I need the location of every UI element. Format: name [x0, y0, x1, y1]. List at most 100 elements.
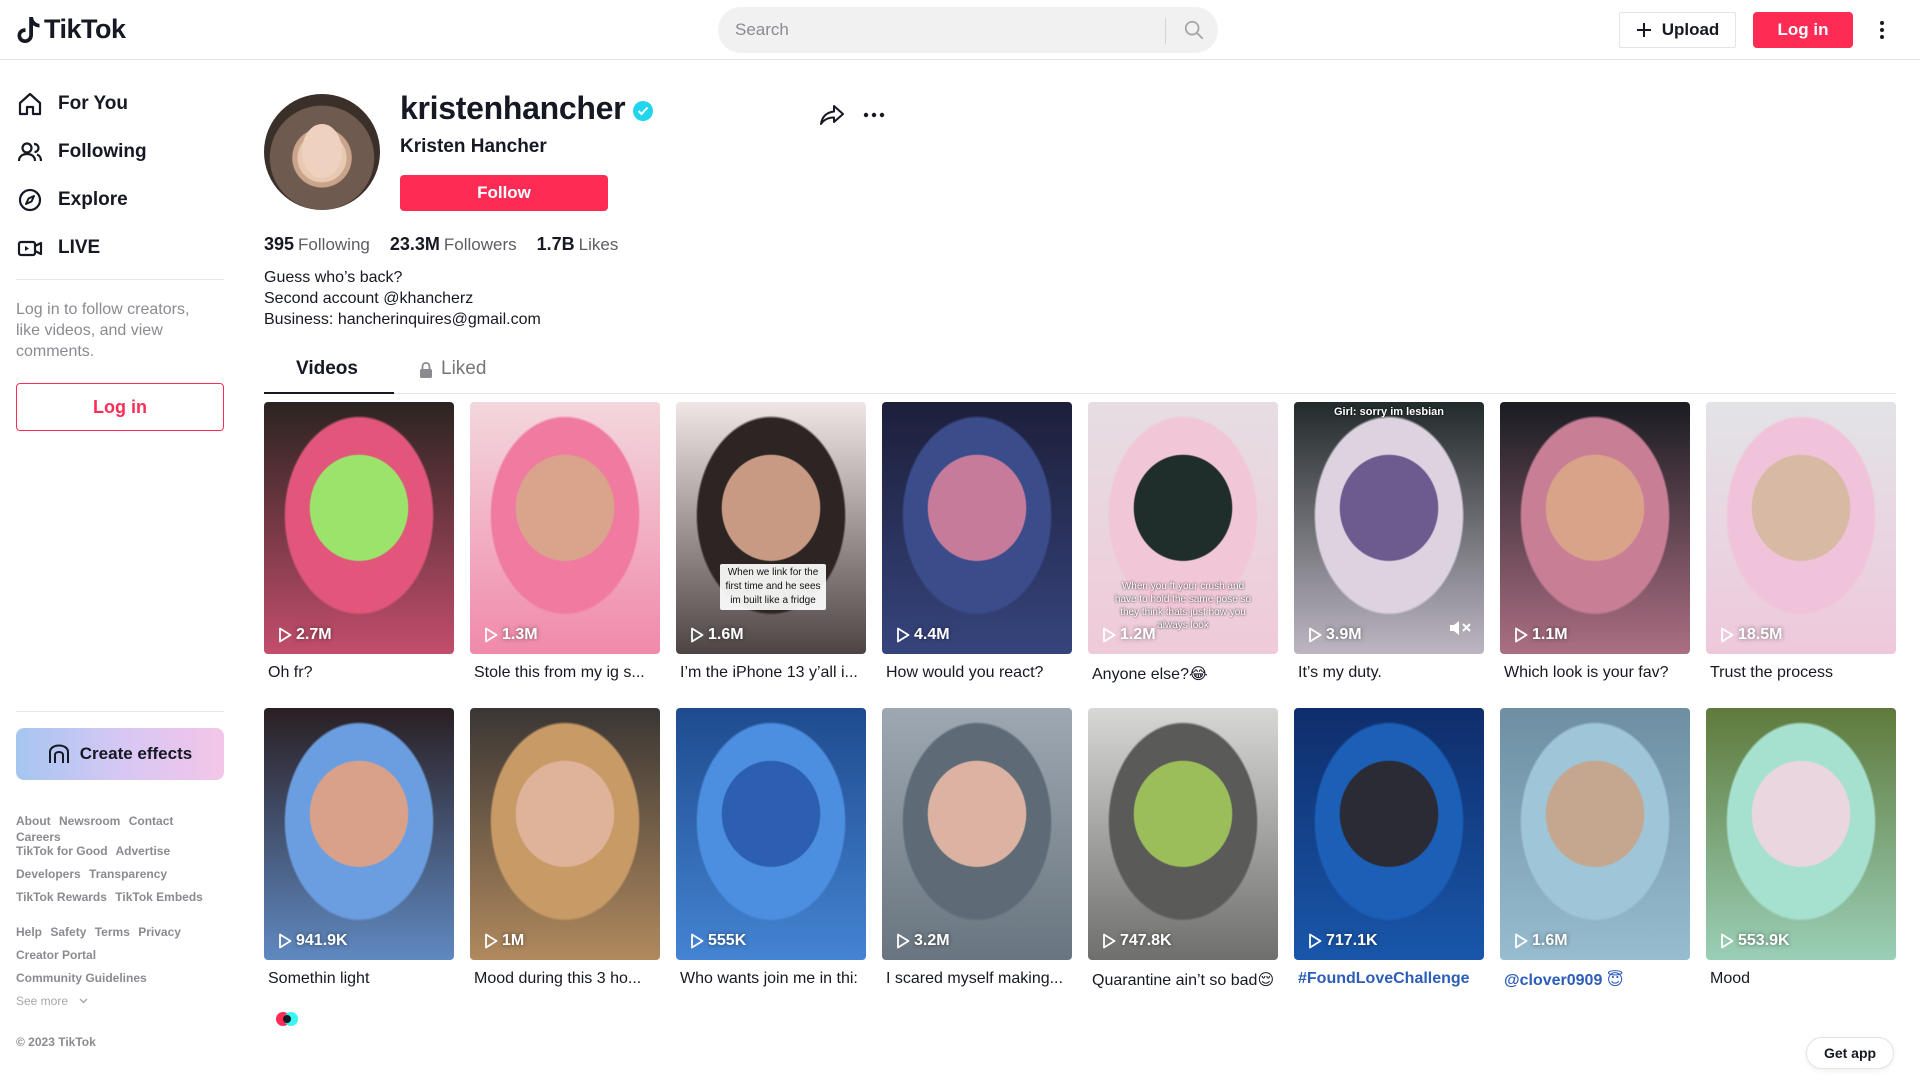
upload-button[interactable]: Upload: [1619, 12, 1736, 48]
video-caption[interactable]: I scared myself making...: [886, 970, 1072, 988]
sidebar-item-label: For You: [58, 93, 129, 114]
video-thumbnail[interactable]: 2.7M: [264, 402, 454, 654]
footer-row: TikTok for Good Advertise: [16, 843, 231, 859]
header-login-button[interactable]: Log in: [1753, 12, 1853, 48]
video-caption[interactable]: Mood during this 3 ho...: [474, 970, 660, 988]
sidebar-item-explore[interactable]: Explore: [16, 180, 128, 220]
live-icon: [16, 234, 44, 262]
sidebar-item-label: Following: [58, 141, 147, 162]
stat-followers[interactable]: 23.3M Followers: [390, 234, 517, 255]
muted-speaker-icon[interactable]: [1448, 619, 1472, 642]
search-button[interactable]: [1171, 8, 1217, 52]
video-caption[interactable]: Trust the process: [1710, 664, 1896, 682]
stat-following[interactable]: 395 Following: [264, 234, 370, 255]
video-thumbnail[interactable]: Girl: sorry im lesbian 3.9M: [1294, 402, 1484, 654]
footer-link-help[interactable]: Help: [16, 925, 42, 939]
followers-label: Followers: [443, 235, 517, 254]
sidebar-item-live[interactable]: LIVE: [16, 228, 100, 268]
more-menu-icon[interactable]: [1870, 16, 1894, 44]
tab-videos[interactable]: Videos: [296, 358, 358, 394]
video-thumbnail[interactable]: 1M: [470, 708, 660, 960]
sidebar-item-label: LIVE: [58, 237, 101, 258]
video-overlay-text: When we link for the first time and he s…: [720, 564, 826, 610]
video-caption[interactable]: It’s my duty.: [1298, 664, 1484, 682]
footer-link-tiktok-embeds[interactable]: TikTok Embeds: [115, 890, 203, 904]
create-effects-button[interactable]: Create effects: [16, 728, 224, 780]
video-thumbnail[interactable]: 18.5M: [1706, 402, 1896, 654]
footer-link-about[interactable]: About: [16, 814, 51, 828]
sidebar-item-label: Explore: [58, 189, 128, 210]
see-more-toggle[interactable]: See more: [16, 993, 231, 1009]
video-thumbnail[interactable]: 717.1K: [1294, 708, 1484, 960]
video-caption[interactable]: Stole this from my ig s...: [474, 664, 660, 682]
video-caption[interactable]: #FoundLoveChallenge: [1298, 970, 1484, 988]
video-caption[interactable]: How would you react?: [886, 664, 1072, 682]
footer-link-careers[interactable]: Careers: [16, 830, 61, 844]
likes-count: 1.7B: [536, 234, 575, 254]
sidebar-item-for-you[interactable]: For You: [16, 84, 128, 124]
video-view-count: 1.6M: [690, 626, 744, 644]
video-view-count: 553.9K: [1720, 932, 1790, 950]
search-input[interactable]: [735, 8, 1165, 52]
view-count-text: 747.8K: [1120, 932, 1172, 949]
video-caption[interactable]: @clover0909 😇: [1504, 970, 1690, 990]
footer-link-creator-portal[interactable]: Creator Portal: [16, 948, 96, 962]
footer-link-contact[interactable]: Contact: [129, 814, 174, 828]
video-thumbnail[interactable]: 555K: [676, 708, 866, 960]
video-caption[interactable]: Anyone else?😂: [1092, 664, 1278, 684]
video-view-count: 555K: [690, 932, 746, 950]
play-icon: [1721, 933, 1734, 949]
sidebar-login-button[interactable]: Log in: [16, 383, 224, 431]
video-view-count: 747.8K: [1102, 932, 1172, 950]
footer-link-transparency[interactable]: Transparency: [89, 867, 167, 881]
footer-link-newsroom[interactable]: Newsroom: [59, 814, 120, 828]
view-count-text: 18.5M: [1738, 626, 1783, 643]
stat-likes: 1.7B Likes: [537, 234, 619, 255]
tab-liked[interactable]: Liked: [419, 358, 486, 394]
logo-text: TikTok: [44, 14, 126, 44]
profile-more-icon[interactable]: [860, 101, 888, 129]
bio-line: Guess who’s back?: [264, 269, 403, 286]
video-view-count: 18.5M: [1720, 626, 1782, 644]
footer-link-terms[interactable]: Terms: [95, 925, 130, 939]
video-caption[interactable]: Quarantine ain’t so bad😌: [1092, 970, 1278, 990]
video-caption[interactable]: Who wants join me in thi:: [680, 970, 866, 988]
video-caption[interactable]: Which look is your fav?: [1504, 664, 1690, 682]
footer-link-advertise[interactable]: Advertise: [115, 844, 170, 858]
play-icon: [1103, 627, 1116, 643]
footer-row: Creator Portal: [16, 947, 231, 963]
footer-row: Help Safety Terms Privacy: [16, 924, 231, 940]
share-icon[interactable]: [818, 101, 846, 129]
video-thumbnail[interactable]: 1.1M: [1500, 402, 1690, 654]
video-view-count: 2.7M: [278, 626, 332, 644]
video-thumbnail[interactable]: When you ft your crush and have to hold …: [1088, 402, 1278, 654]
video-thumbnail[interactable]: 1.6M: [1500, 708, 1690, 960]
video-caption[interactable]: Somethin light: [268, 970, 454, 988]
play-icon: [1309, 627, 1322, 643]
verified-badge-icon: [633, 100, 654, 121]
video-view-count: 1.1M: [1514, 626, 1568, 644]
video-thumbnail[interactable]: 1.3M: [470, 402, 660, 654]
footer-link-safety[interactable]: Safety: [50, 925, 86, 939]
sidebar-item-following[interactable]: Following: [16, 132, 147, 172]
tiktok-logo[interactable]: TikTok: [16, 14, 126, 45]
video-thumbnail[interactable]: 941.9K: [264, 708, 454, 960]
video-thumbnail[interactable]: 553.9K: [1706, 708, 1896, 960]
video-thumbnail[interactable]: When we link for the first time and he s…: [676, 402, 866, 654]
video-caption[interactable]: Mood: [1710, 970, 1896, 988]
footer-link-community-guidelines[interactable]: Community Guidelines: [16, 971, 147, 985]
video-view-count: 941.9K: [278, 932, 348, 950]
footer-link-tiktok-for-good[interactable]: TikTok for Good: [16, 844, 108, 858]
video-caption[interactable]: I’m the iPhone 13 y’all i...: [680, 664, 866, 682]
footer-link-tiktok-rewards[interactable]: TikTok Rewards: [16, 890, 107, 904]
video-thumbnail[interactable]: 4.4M: [882, 402, 1072, 654]
username-text: kristenhancher: [400, 90, 626, 126]
footer-link-privacy[interactable]: Privacy: [138, 925, 181, 939]
video-thumbnail[interactable]: 3.2M: [882, 708, 1072, 960]
video-caption[interactable]: Oh fr?: [268, 664, 454, 682]
follow-button[interactable]: Follow: [400, 175, 608, 211]
get-app-button[interactable]: Get app: [1806, 1037, 1894, 1069]
video-thumbnail[interactable]: 747.8K: [1088, 708, 1278, 960]
copyright: © 2023 TikTok: [16, 1035, 96, 1049]
footer-link-developers[interactable]: Developers: [16, 867, 81, 881]
